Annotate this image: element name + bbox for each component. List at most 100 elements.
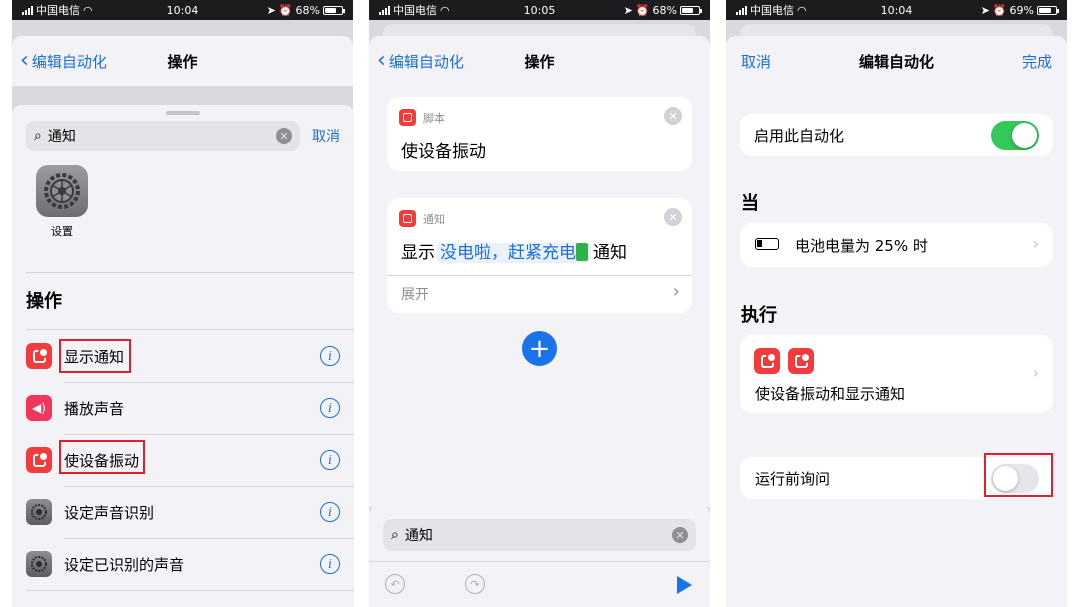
actions-summary-row[interactable]: 使设备振动和显示通知 › [740,335,1053,413]
carrier-label: 中国电信 [393,4,437,17]
wifi-icon: ◠ [83,3,93,17]
card-prefix: 显示 [401,243,435,263]
sheet-grabber[interactable] [166,111,200,115]
settings-app-icon[interactable] [36,165,88,217]
status-bar: 中国电信 ◠ 10:04 ➤ ⏰ 68% [12,0,353,20]
status-bar: 中国电信 ◠ 10:05 ➤ ⏰ 68% [369,0,710,20]
battery-percent: 69% [1009,3,1034,17]
ask-label: 运行前询问 [755,470,831,488]
back-button[interactable]: ‹ 编辑自动化 [377,50,464,72]
wifi-icon: ◠ [797,3,807,17]
card-tag: 通知 [423,212,445,226]
gear-icon [26,499,52,525]
card-suffix: 通知 [593,243,627,263]
action-set-sound-recognition[interactable]: 设定声音识别 i [12,486,354,538]
back-button[interactable]: ‹ 编辑自动化 [20,50,107,72]
action-card-vibrate[interactable]: 脚本 ✕ 使设备振动 [387,97,692,171]
remove-action-icon[interactable]: ✕ [664,208,682,226]
settings-app-label: 设置 [51,225,73,238]
play-icon[interactable] [677,576,692,594]
card-title: 显示 没电啦，赶紧充电 通知 [401,238,627,263]
action-card-notification[interactable]: 通知 ✕ 显示 没电啦，赶紧充电 通知 展开 › [387,198,692,313]
chevron-right-icon: › [1032,234,1039,253]
search-input[interactable]: ⌕ 通知 ✕ [26,121,300,151]
search-input[interactable]: ⌕ 通知 ✕ [383,519,696,551]
trigger-row[interactable]: 电池电量为 25% 时 › [740,223,1053,267]
battery-icon [1037,5,1059,15]
notification-icon [788,348,814,374]
cancel-button[interactable]: 取消 [741,51,771,72]
signal-icon [736,5,747,15]
action-play-sound[interactable]: ◀) 播放声音 i [12,382,354,434]
highlight-box [984,453,1053,497]
divider [26,272,354,273]
search-icon: ⌕ [391,527,399,543]
toolbar: ↶ ↷ [369,561,710,607]
add-action-button[interactable]: + [522,331,557,366]
back-label: 编辑自动化 [31,52,107,71]
signal-icon [379,5,390,15]
action-label: 设定声音识别 [64,503,155,522]
info-icon[interactable]: i [320,398,340,418]
panel-edit-automation: 中国电信 ◠ 10:04 ➤ ⏰ 69% 取消 编辑自动化 完成 启用此自动化 当 电… [726,0,1067,607]
search-sheet: ⌕ 通知 ✕ 取消 设置 操作 显示通知 i ◀) 播放声音 i 使设备振动 i… [12,105,354,607]
location-icon: ➤ [980,3,990,17]
done-button[interactable]: 完成 [1022,51,1052,72]
page-title: 操作 [167,52,198,71]
cancel-button[interactable]: 取消 [312,126,340,146]
expand-button[interactable]: 展开 [401,284,429,304]
page-title: 操作 [524,52,555,71]
speaker-icon: ◀) [26,395,52,421]
search-value: 通知 [47,129,76,145]
location-icon: ➤ [623,3,633,17]
highlight-box [59,440,145,474]
remove-action-icon[interactable]: ✕ [664,107,682,125]
alarm-icon: ⏰ [278,3,293,17]
battery-percent: 68% [295,3,320,17]
notification-message-field[interactable]: 没电啦，赶紧充电 [437,243,591,263]
search-icon: ⌕ [34,128,42,144]
highlight-box [59,339,131,373]
script-icon [399,109,416,126]
chevron-right-icon: › [672,281,680,302]
action-label: 播放声音 [64,399,125,418]
info-icon[interactable]: i [320,450,340,470]
do-section-title: 执行 [741,305,777,326]
info-icon[interactable]: i [320,502,340,522]
enable-automation-row: 启用此自动化 [740,114,1053,156]
clear-icon[interactable]: ✕ [672,527,688,543]
notification-icon [26,447,52,473]
notification-icon [26,343,52,369]
undo-icon[interactable]: ↶ [385,574,405,594]
battery-icon [680,5,702,15]
redo-icon[interactable]: ↷ [465,574,485,594]
alarm-icon: ⏰ [635,3,650,17]
enable-label: 启用此自动化 [754,127,845,145]
action-set-recognized-sounds[interactable]: 设定已识别的声音 i [12,538,354,590]
chevron-left-icon: ‹ [377,48,386,73]
info-icon[interactable]: i [320,554,340,574]
clear-icon[interactable]: ✕ [276,128,292,144]
notification-icon [399,210,416,227]
battery-emoji-icon [576,243,588,261]
enable-automation-toggle[interactable] [991,121,1039,150]
actions-summary-label: 使设备振动和显示通知 [755,385,906,403]
panel-action-list: 中国电信 ◠ 10:05 ➤ ⏰ 68% ‹ 编辑自动化 操作 脚本 ✕ 使设备振动 通… [369,0,710,607]
signal-icon [22,5,33,15]
divider [26,590,354,591]
divider [387,275,692,276]
back-label: 编辑自动化 [388,52,464,71]
alarm-icon: ⏰ [992,3,1007,17]
battery-icon [323,5,345,15]
page-title: 编辑自动化 [858,52,934,71]
wifi-icon: ◠ [440,3,450,17]
info-icon[interactable]: i [320,346,340,366]
section-title: 操作 [26,291,62,312]
automation-settings: 启用此自动化 当 电池电量为 25% 时 › 执行 使设备振动和显示通知 › 运… [726,86,1067,607]
chevron-right-icon: › [1032,363,1039,382]
battery-icon [755,238,779,250]
trigger-label: 电池电量为 25% 时 [795,237,928,255]
battery-percent: 68% [652,3,677,17]
nav-bar: ‹ 编辑自动化 操作 [12,36,353,86]
bottom-search-sheet: ⌕ 通知 ✕ ↶ ↷ [369,505,710,607]
